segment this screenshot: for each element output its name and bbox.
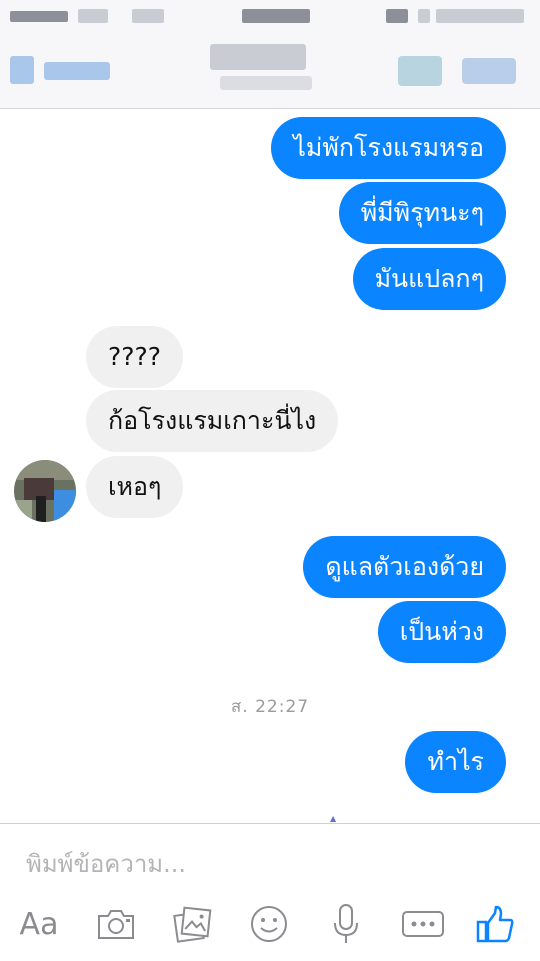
chevron-left-icon [10, 56, 34, 84]
call-icon[interactable] [398, 56, 442, 86]
outgoing-message[interactable]: มันแปลกๆ [352, 248, 506, 310]
text-format-button[interactable]: Aa [16, 902, 62, 946]
conversation-header [0, 34, 540, 109]
camera-button[interactable] [94, 902, 138, 946]
message-composer: Aa [0, 823, 540, 961]
like-button[interactable] [474, 902, 516, 946]
incoming-message[interactable]: ก้อโรงแรมเกาะนี่ไง [86, 390, 339, 452]
emoji-button[interactable] [248, 902, 290, 946]
photo-gallery-icon [173, 906, 212, 943]
back-button[interactable] [8, 52, 116, 88]
message-input[interactable] [26, 844, 506, 884]
photo-gallery-button[interactable] [172, 902, 214, 946]
contact-status [220, 76, 312, 90]
more-options-button[interactable] [400, 902, 446, 946]
emoji-icon [251, 906, 287, 942]
video-call-icon[interactable] [462, 58, 516, 84]
contact-name [210, 44, 306, 70]
outgoing-message[interactable]: ทำไร [405, 731, 506, 793]
incoming-message[interactable]: เหอๆ [86, 456, 184, 518]
camera-icon [98, 910, 134, 939]
outgoing-message[interactable]: ไม่พักโรงแรมหรอ [271, 117, 506, 179]
avatar[interactable] [14, 460, 76, 522]
outgoing-message[interactable]: พี่มีพิรุทนะๆ [338, 182, 506, 244]
more-options-icon [402, 911, 444, 937]
outgoing-message[interactable]: ดูแลตัวเองด้วย [303, 536, 506, 598]
seen-indicator-icon: ▲ [330, 814, 337, 823]
incoming-message[interactable]: ???? [86, 326, 184, 388]
outgoing-message[interactable]: เป็นห่วง [377, 601, 506, 663]
message-thread: ไม่พักโรงแรมหรอ พี่มีพิรุทนะๆ มันแปลกๆ ?… [0, 109, 540, 823]
text-format-label: Aa [19, 906, 59, 942]
voice-message-button[interactable] [328, 902, 364, 946]
status-bar [0, 0, 540, 34]
microphone-icon [334, 904, 358, 943]
like-thumbs-up-icon [476, 905, 514, 943]
message-timestamp: ส. 22:27 [230, 697, 310, 717]
